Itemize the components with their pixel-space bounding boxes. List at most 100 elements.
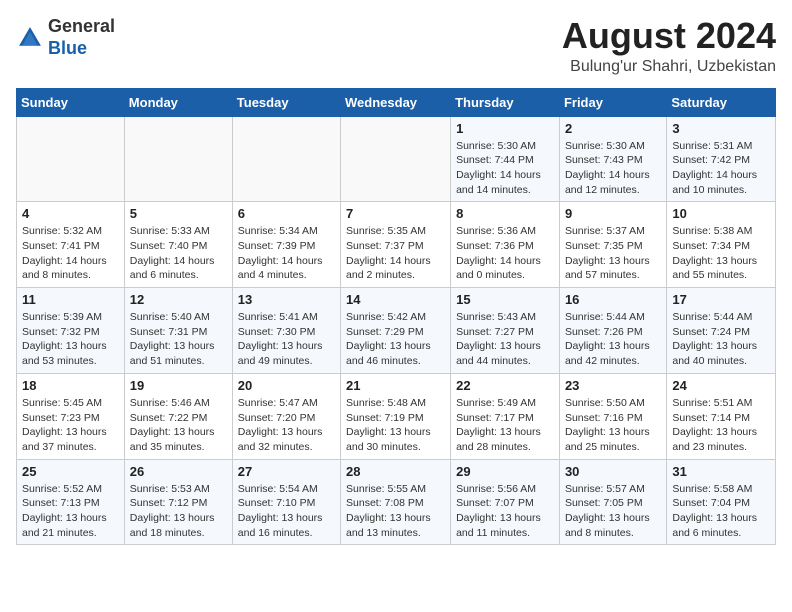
day-info: Sunrise: 5:52 AM Sunset: 7:13 PM Dayligh… bbox=[22, 482, 119, 541]
calendar-cell: 29 Sunrise: 5:56 AM Sunset: 7:07 PM Dayli… bbox=[451, 459, 560, 545]
calendar-cell: 4Sunrise: 5:32 AM Sunset: 7:41 PM Daylig… bbox=[17, 202, 125, 288]
title-block: August 2024 Bulung'ur Shahri, Uzbekistan bbox=[562, 16, 776, 76]
calendar-cell: 26Sunrise: 5:53 AM Sunset: 7:12 PM Dayli… bbox=[124, 459, 232, 545]
day-number: 19 bbox=[130, 378, 227, 393]
calendar-cell: 22 Sunrise: 5:49 AM Sunset: 7:17 PM Dayli… bbox=[451, 373, 560, 459]
page-header: General Blue August 2024 Bulung'ur Shahr… bbox=[16, 16, 776, 76]
day-info: Sunrise: 5:35 AM Sunset: 7:37 PM Dayligh… bbox=[346, 224, 445, 283]
day-info: Sunrise: 5:58 AM Sunset: 7:04 PM Dayligh… bbox=[672, 482, 770, 541]
day-number: 17 bbox=[672, 292, 770, 307]
day-header-thursday: Thursday bbox=[451, 88, 560, 116]
day-info: Sunrise: 5:30 AM Sunset: 7:43 PM Dayligh… bbox=[565, 139, 661, 198]
calendar-cell: 14Sunrise: 5:42 AM Sunset: 7:29 PM Dayli… bbox=[341, 288, 451, 374]
calendar-cell: 28Sunrise: 5:55 AM Sunset: 7:08 PM Dayli… bbox=[341, 459, 451, 545]
calendar-cell: 16 Sunrise: 5:44 AM Sunset: 7:26 PM Dayli… bbox=[559, 288, 666, 374]
day-info: Sunrise: 5:44 AM Sunset: 7:26 PM Dayligh… bbox=[565, 310, 661, 369]
calendar-cell: 18 Sunrise: 5:45 AM Sunset: 7:23 PM Dayli… bbox=[17, 373, 125, 459]
day-info: Sunrise: 5:43 AM Sunset: 7:27 PM Dayligh… bbox=[456, 310, 554, 369]
day-number: 9 bbox=[565, 206, 661, 221]
day-header-friday: Friday bbox=[559, 88, 666, 116]
calendar-cell bbox=[17, 116, 125, 202]
day-info: Sunrise: 5:50 AM Sunset: 7:16 PM Dayligh… bbox=[565, 396, 661, 455]
day-info: Sunrise: 5:38 AM Sunset: 7:34 PM Dayligh… bbox=[672, 224, 770, 283]
day-info: Sunrise: 5:55 AM Sunset: 7:08 PM Dayligh… bbox=[346, 482, 445, 541]
day-number: 18 bbox=[22, 378, 119, 393]
calendar-cell bbox=[341, 116, 451, 202]
day-info: Sunrise: 5:40 AM Sunset: 7:31 PM Dayligh… bbox=[130, 310, 227, 369]
day-info: Sunrise: 5:39 AM Sunset: 7:32 PM Dayligh… bbox=[22, 310, 119, 369]
calendar-table: SundayMondayTuesdayWednesdayThursdayFrid… bbox=[16, 88, 776, 546]
calendar-cell bbox=[124, 116, 232, 202]
calendar-cell: 15 Sunrise: 5:43 AM Sunset: 7:27 PM Dayli… bbox=[451, 288, 560, 374]
day-number: 31 bbox=[672, 464, 770, 479]
day-number: 15 bbox=[456, 292, 554, 307]
calendar-cell: 13 Sunrise: 5:41 AM Sunset: 7:30 PM Dayli… bbox=[232, 288, 340, 374]
calendar-cell: 21Sunrise: 5:48 AM Sunset: 7:19 PM Dayli… bbox=[341, 373, 451, 459]
day-number: 22 bbox=[456, 378, 554, 393]
calendar-cell: 3 Sunrise: 5:31 AM Sunset: 7:42 PM Daylig… bbox=[667, 116, 776, 202]
calendar-cell: 9 Sunrise: 5:37 AM Sunset: 7:35 PM Daylig… bbox=[559, 202, 666, 288]
day-number: 4 bbox=[22, 206, 119, 221]
day-info: Sunrise: 5:34 AM Sunset: 7:39 PM Dayligh… bbox=[238, 224, 335, 283]
day-number: 6 bbox=[238, 206, 335, 221]
calendar-cell bbox=[232, 116, 340, 202]
day-number: 5 bbox=[130, 206, 227, 221]
calendar-cell: 11Sunrise: 5:39 AM Sunset: 7:32 PM Dayli… bbox=[17, 288, 125, 374]
day-info: Sunrise: 5:44 AM Sunset: 7:24 PM Dayligh… bbox=[672, 310, 770, 369]
day-header-saturday: Saturday bbox=[667, 88, 776, 116]
day-number: 7 bbox=[346, 206, 445, 221]
logo: General Blue bbox=[16, 16, 115, 59]
day-info: Sunrise: 5:57 AM Sunset: 7:05 PM Dayligh… bbox=[565, 482, 661, 541]
day-header-monday: Monday bbox=[124, 88, 232, 116]
day-number: 13 bbox=[238, 292, 335, 307]
day-number: 23 bbox=[565, 378, 661, 393]
logo-blue: Blue bbox=[48, 38, 87, 58]
day-number: 21 bbox=[346, 378, 445, 393]
day-number: 20 bbox=[238, 378, 335, 393]
day-number: 16 bbox=[565, 292, 661, 307]
calendar-cell: 12 Sunrise: 5:40 AM Sunset: 7:31 PM Dayli… bbox=[124, 288, 232, 374]
day-info: Sunrise: 5:51 AM Sunset: 7:14 PM Dayligh… bbox=[672, 396, 770, 455]
calendar-cell: 17 Sunrise: 5:44 AM Sunset: 7:24 PM Dayli… bbox=[667, 288, 776, 374]
day-info: Sunrise: 5:31 AM Sunset: 7:42 PM Dayligh… bbox=[672, 139, 770, 198]
calendar-week-5: 25 Sunrise: 5:52 AM Sunset: 7:13 PM Dayli… bbox=[17, 459, 776, 545]
calendar-cell: 2 Sunrise: 5:30 AM Sunset: 7:43 PM Daylig… bbox=[559, 116, 666, 202]
day-number: 27 bbox=[238, 464, 335, 479]
day-number: 14 bbox=[346, 292, 445, 307]
calendar-cell: 6 Sunrise: 5:34 AM Sunset: 7:39 PM Daylig… bbox=[232, 202, 340, 288]
day-header-tuesday: Tuesday bbox=[232, 88, 340, 116]
calendar-cell: 7 Sunrise: 5:35 AM Sunset: 7:37 PM Daylig… bbox=[341, 202, 451, 288]
day-number: 29 bbox=[456, 464, 554, 479]
day-info: Sunrise: 5:53 AM Sunset: 7:12 PM Dayligh… bbox=[130, 482, 227, 541]
calendar-week-3: 11Sunrise: 5:39 AM Sunset: 7:32 PM Dayli… bbox=[17, 288, 776, 374]
day-number: 25 bbox=[22, 464, 119, 479]
calendar-header-row: SundayMondayTuesdayWednesdayThursdayFrid… bbox=[17, 88, 776, 116]
day-number: 10 bbox=[672, 206, 770, 221]
calendar-cell: 10 Sunrise: 5:38 AM Sunset: 7:34 PM Dayli… bbox=[667, 202, 776, 288]
day-info: Sunrise: 5:36 AM Sunset: 7:36 PM Dayligh… bbox=[456, 224, 554, 283]
day-info: Sunrise: 5:47 AM Sunset: 7:20 PM Dayligh… bbox=[238, 396, 335, 455]
calendar-cell: 19 Sunrise: 5:46 AM Sunset: 7:22 PM Dayli… bbox=[124, 373, 232, 459]
day-info: Sunrise: 5:49 AM Sunset: 7:17 PM Dayligh… bbox=[456, 396, 554, 455]
day-number: 3 bbox=[672, 121, 770, 136]
logo-text: General Blue bbox=[48, 16, 115, 59]
calendar-cell: 1Sunrise: 5:30 AM Sunset: 7:44 PM Daylig… bbox=[451, 116, 560, 202]
logo-general: General bbox=[48, 16, 115, 36]
day-info: Sunrise: 5:37 AM Sunset: 7:35 PM Dayligh… bbox=[565, 224, 661, 283]
day-info: Sunrise: 5:46 AM Sunset: 7:22 PM Dayligh… bbox=[130, 396, 227, 455]
day-number: 1 bbox=[456, 121, 554, 136]
day-header-sunday: Sunday bbox=[17, 88, 125, 116]
logo-icon bbox=[16, 24, 44, 52]
calendar-week-4: 18 Sunrise: 5:45 AM Sunset: 7:23 PM Dayli… bbox=[17, 373, 776, 459]
day-info: Sunrise: 5:54 AM Sunset: 7:10 PM Dayligh… bbox=[238, 482, 335, 541]
calendar-week-2: 4Sunrise: 5:32 AM Sunset: 7:41 PM Daylig… bbox=[17, 202, 776, 288]
day-info: Sunrise: 5:45 AM Sunset: 7:23 PM Dayligh… bbox=[22, 396, 119, 455]
day-number: 30 bbox=[565, 464, 661, 479]
day-info: Sunrise: 5:41 AM Sunset: 7:30 PM Dayligh… bbox=[238, 310, 335, 369]
day-info: Sunrise: 5:56 AM Sunset: 7:07 PM Dayligh… bbox=[456, 482, 554, 541]
day-number: 12 bbox=[130, 292, 227, 307]
calendar-cell: 31 Sunrise: 5:58 AM Sunset: 7:04 PM Dayli… bbox=[667, 459, 776, 545]
calendar-cell: 27 Sunrise: 5:54 AM Sunset: 7:10 PM Dayli… bbox=[232, 459, 340, 545]
calendar-cell: 30 Sunrise: 5:57 AM Sunset: 7:05 PM Dayli… bbox=[559, 459, 666, 545]
day-number: 2 bbox=[565, 121, 661, 136]
